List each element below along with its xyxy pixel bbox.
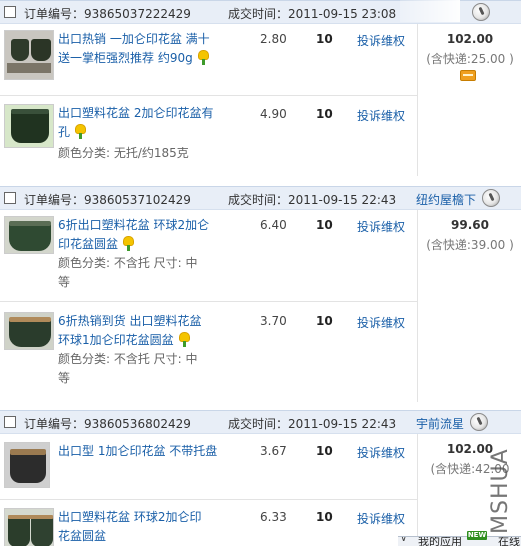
product-title-link[interactable]: 6折热销到货 出口塑料花盆 环球1加仑印花盆圆盆	[58, 312, 206, 350]
order-item: 出口塑料花盆 环球2加仑印花盆圆盆 6.33 10 投诉维权	[0, 500, 417, 546]
product-title[interactable]: 出口热销 一加仑印花盆 满十送一掌柜强烈推荐 约90g	[58, 32, 210, 65]
payment-card-icon	[460, 70, 476, 81]
order-3: 订单编号：93860536802429 成交时间：2011-09-15 22:4…	[0, 410, 521, 546]
product-thumbnail[interactable]	[4, 216, 54, 254]
unit-price: 2.80	[260, 32, 287, 46]
product-thumbnail[interactable]	[4, 30, 54, 80]
tulip-badge-icon	[178, 332, 191, 347]
order-item: 6折出口塑料花盆 环球2加仑印花盆圆盆 颜色分类: 不含托 尺寸: 中等 6.4…	[0, 210, 417, 302]
product-thumbnail[interactable]	[4, 104, 54, 148]
quantity: 10	[316, 314, 333, 328]
wangwang-icon[interactable]	[482, 189, 500, 207]
sku-info: 颜色分类: 不含托 尺寸: 中等	[58, 352, 198, 385]
wangwang-icon[interactable]	[472, 3, 490, 21]
product-title-link[interactable]: 6折出口塑料花盆 环球2加仑印花盆圆盆	[58, 216, 218, 254]
complain-link[interactable]: 投诉维权	[357, 444, 405, 461]
product-title-link[interactable]: 出口热销 一加仑印花盆 满十送一掌柜强烈推荐 约90g	[58, 30, 218, 68]
tulip-badge-icon	[122, 236, 135, 251]
order-2: 订单编号：93860537102429 成交时间：2011-09-15 22:4…	[0, 186, 521, 402]
order-header: 订单编号：93860537102429 成交时间：2011-09-15 22:4…	[0, 186, 521, 210]
shipping-fee: (含快递:39.00 )	[426, 238, 514, 252]
order-number: 订单编号：93865037222429	[24, 7, 191, 21]
complain-link[interactable]: 投诉维权	[357, 218, 405, 235]
order-total: 102.00	[446, 32, 494, 46]
unit-price: 3.70	[260, 314, 287, 328]
product-thumbnail[interactable]	[4, 442, 50, 488]
order-total-column: 99.60 (含快递:39.00 )	[417, 210, 521, 402]
sku-info: 颜色分类: 无托/约185克	[58, 146, 189, 160]
order-item: 出口塑料花盆 2加仑印花盆有孔 颜色分类: 无托/约185克 4.90 10 投…	[0, 96, 417, 176]
quantity: 10	[316, 107, 333, 121]
seller-name-link[interactable]: 纽约屋檐下	[416, 191, 476, 208]
order-item: 出口型 1加仑印花盆 不带托盘 3.67 10 投诉维权	[0, 434, 417, 500]
tulip-badge-icon	[74, 124, 87, 139]
my-apps-button[interactable]: 我的应用	[418, 537, 462, 546]
product-title-link[interactable]: 出口塑料花盆 2加仑印花盆有孔	[58, 104, 218, 142]
unit-price: 6.40	[260, 218, 287, 232]
unit-price: 4.90	[260, 107, 287, 121]
product-thumbnail[interactable]	[4, 508, 54, 546]
unit-price: 3.67	[260, 444, 287, 458]
product-title-link[interactable]: 出口塑料花盆 环球2加仑印花盆圆盆	[58, 508, 208, 546]
app-dock-bar: ∨ 我的应用 在线	[398, 536, 521, 546]
online-button[interactable]: 在线	[498, 537, 520, 546]
product-title-link[interactable]: 出口型 1加仑印花盆 不带托盘	[58, 442, 218, 461]
unit-price: 6.33	[260, 510, 287, 524]
wangwang-icon[interactable]	[470, 413, 488, 431]
order-checkbox[interactable]	[4, 6, 16, 18]
order-1: 订单编号：93865037222429 成交时间：2011-09-15 23:0…	[0, 0, 521, 176]
deal-time: 成交时间：2011-09-15 22:43	[228, 417, 397, 431]
product-thumbnail[interactable]	[4, 312, 54, 350]
order-item: 出口热销 一加仑印花盆 满十送一掌柜强烈推荐 约90g 2.80 10 投诉维权	[0, 24, 417, 96]
new-badge: NEW	[467, 531, 487, 540]
sku-info: 颜色分类: 不含托 尺寸: 中等	[58, 256, 198, 289]
quantity: 10	[316, 444, 333, 458]
order-total-column: 102.00 (含快递:25.00 )	[417, 24, 521, 176]
watermark-text: MSHUA	[488, 448, 513, 534]
order-total: 99.60	[451, 218, 489, 232]
complain-link[interactable]: 投诉维权	[357, 510, 405, 527]
deal-time: 成交时间：2011-09-15 23:08	[228, 7, 397, 21]
order-checkbox[interactable]	[4, 416, 16, 428]
tulip-badge-icon	[197, 50, 210, 65]
shipping-fee: (含快递:25.00 )	[426, 52, 514, 66]
order-checkbox[interactable]	[4, 192, 16, 204]
product-title[interactable]: 出口型 1加仑印花盆 不带托盘	[58, 444, 217, 458]
chevron-down-icon[interactable]: ∨	[400, 537, 407, 544]
redacted-area	[400, 0, 460, 22]
order-number: 订单编号：93860537102429	[24, 193, 191, 207]
complain-link[interactable]: 投诉维权	[357, 32, 405, 49]
deal-time: 成交时间：2011-09-15 22:43	[228, 193, 397, 207]
quantity: 10	[316, 32, 333, 46]
quantity: 10	[316, 510, 333, 524]
complain-link[interactable]: 投诉维权	[357, 314, 405, 331]
order-number: 订单编号：93860536802429	[24, 417, 191, 431]
order-item: 6折热销到货 出口塑料花盆 环球1加仑印花盆圆盆 颜色分类: 不含托 尺寸: 中…	[0, 302, 417, 402]
order-header: 订单编号：93860536802429 成交时间：2011-09-15 22:4…	[0, 410, 521, 434]
complain-link[interactable]: 投诉维权	[357, 107, 405, 124]
seller-name-link[interactable]: 宇前流星	[416, 415, 464, 432]
product-title[interactable]: 出口塑料花盆 环球2加仑印花盆圆盆	[58, 510, 201, 543]
quantity: 10	[316, 218, 333, 232]
